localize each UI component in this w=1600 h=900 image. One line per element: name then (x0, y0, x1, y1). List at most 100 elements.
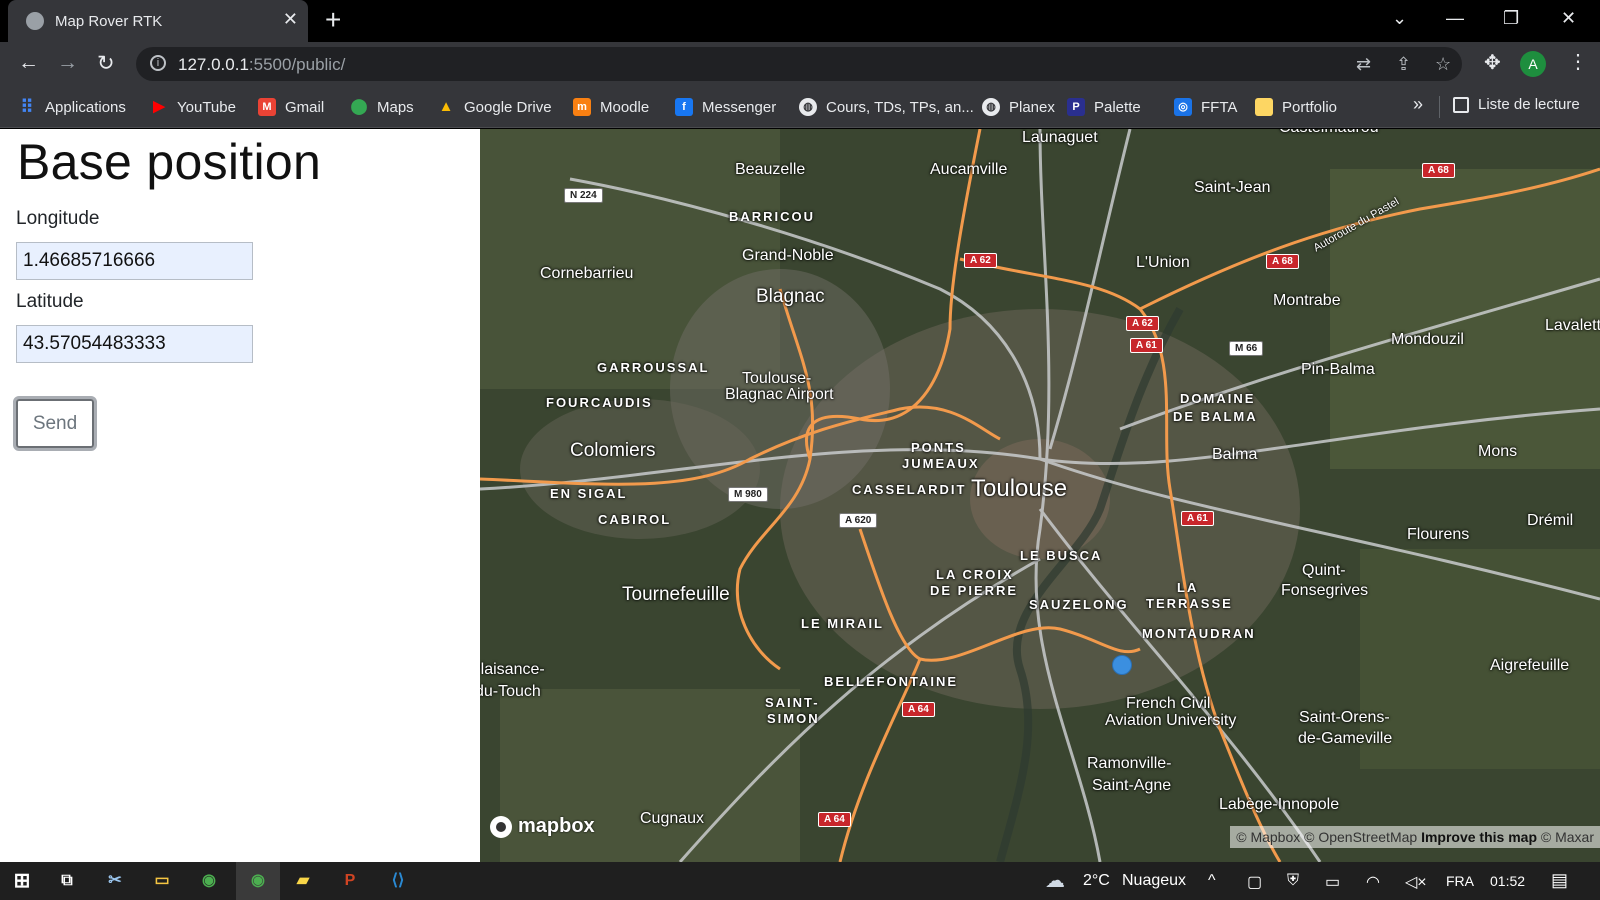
windows-start-icon[interactable]: ⊞ (9, 868, 35, 894)
map-place-label: LA (1177, 580, 1199, 595)
map-place-label: Mons (1478, 443, 1518, 460)
tray-chevron-icon[interactable]: ^ (1208, 872, 1216, 890)
map-place-label: Cornebarrieu (540, 265, 634, 282)
bookmark-5[interactable]: m Moodle (573, 96, 649, 118)
map-place-label: Plaisance- (480, 661, 545, 678)
bookmark-10[interactable]: ◎ FFTA (1174, 96, 1237, 118)
cloud-icon[interactable]: ☁ (1045, 868, 1065, 893)
url-host: 127.0.0.1 (178, 55, 249, 74)
browser-toolbar: ← → ↻ i 127.0.0.1:5500/public/ ⇄ ⇪ ☆ ✥ A… (0, 42, 1600, 86)
bookmark-0[interactable]: ⠿ Applications (18, 96, 125, 118)
restore-icon[interactable]: ❐ (1503, 8, 1519, 29)
browser-tab[interactable]: Map Rover RTK ✕ (8, 0, 308, 42)
menu-icon[interactable]: ⋮ (1568, 49, 1588, 74)
tab-search-chevron-icon[interactable]: ⌄ (1392, 8, 1407, 29)
map-place-label: PONTS (911, 440, 966, 455)
chrome-icon[interactable]: ◉ (196, 868, 222, 894)
base-position-marker[interactable] (1112, 655, 1132, 675)
extensions-icon[interactable]: ✥ (1484, 50, 1501, 75)
battery-icon[interactable]: ▭ (1325, 872, 1340, 892)
globe-icon: ◍ (799, 98, 817, 116)
window-close-icon[interactable]: ✕ (1561, 8, 1576, 29)
vscode-icon[interactable]: ⟨⟩ (385, 868, 411, 894)
latitude-input[interactable] (16, 325, 253, 363)
input-language[interactable]: FRA (1446, 873, 1474, 889)
bookmark-9[interactable]: P Palette (1067, 96, 1141, 118)
new-tab-button[interactable]: + (325, 6, 341, 34)
address-bar[interactable]: i 127.0.0.1:5500/public/ ⇄ ⇪ ☆ (136, 47, 1462, 81)
bookmark-2[interactable]: M Gmail (258, 96, 324, 118)
bookmark-4[interactable]: ▲ Google Drive (437, 96, 552, 118)
map-place-label: Blagnac (756, 286, 825, 307)
forward-arrow-icon[interactable]: → (57, 51, 78, 75)
minimize-icon[interactable]: — (1446, 8, 1464, 29)
page-content: Base position Longitude Latitude Send (0, 129, 1600, 862)
weather-temperature[interactable]: 2°C (1083, 872, 1110, 890)
road-shield: A 68 (1266, 254, 1299, 269)
sticky-notes-icon[interactable]: ▰ (290, 868, 316, 894)
attribution-maxar[interactable]: © Maxar (1541, 829, 1594, 845)
map-place-label: LE BUSCA (1020, 548, 1103, 563)
url-text[interactable]: 127.0.0.1:5500/public/ (178, 55, 345, 75)
facebook-icon: f (675, 98, 693, 116)
mapbox-logo[interactable]: mapbox (490, 815, 595, 838)
map-place-label: SAINT- (765, 695, 820, 710)
bookmark-7[interactable]: ◍ Cours, TDs, TPs, an... (799, 96, 974, 118)
bookmark-label: YouTube (177, 98, 236, 116)
chrome-active-icon[interactable]: ◉ (245, 868, 271, 894)
reading-list-button[interactable]: Liste de lecture (1453, 96, 1580, 113)
map-place-label: LE MIRAIL (801, 616, 884, 631)
back-arrow-icon[interactable]: ← (18, 51, 39, 75)
mapbox-logo-text: mapbox (518, 815, 595, 837)
map-place-label: Grand-Noble (742, 247, 834, 264)
bookmark-8[interactable]: ◍ Planex (982, 96, 1055, 118)
bookmark-label: Palette (1094, 98, 1141, 116)
file-explorer-icon[interactable]: ▭ (149, 868, 175, 894)
bookmark-3[interactable]: ⬤ Maps (350, 96, 414, 118)
map-place-label: du-Touch (480, 683, 541, 700)
improve-map-link[interactable]: Improve this map (1421, 829, 1537, 845)
site-info-icon[interactable]: i (150, 55, 166, 71)
road-shield: A 61 (1181, 511, 1214, 526)
bookmark-label: Cours, TDs, TPs, an... (826, 98, 974, 116)
satellite-map[interactable]: Launaguet Castelmaurou Beauzelle Aucamville… (480, 129, 1600, 862)
base-position-panel: Base position Longitude Latitude Send (0, 129, 480, 862)
close-tab-icon[interactable]: ✕ (283, 9, 298, 30)
map-place-label: L'Union (1136, 254, 1190, 271)
share-icon[interactable]: ⇪ (1396, 54, 1411, 75)
attribution-osm[interactable]: © OpenStreetMap (1304, 829, 1417, 845)
gmail-icon: M (258, 98, 276, 116)
snipping-tool-icon[interactable]: ✂ (102, 868, 128, 894)
star-icon[interactable]: ☆ (1435, 54, 1451, 75)
clock-time[interactable]: 01:52 (1490, 873, 1525, 889)
bookmark-label: Google Drive (464, 98, 552, 116)
translate-icon[interactable]: ⇄ (1356, 54, 1371, 75)
bookmark-1[interactable]: ▶ YouTube (150, 96, 236, 118)
drive-icon: ▲ (438, 98, 454, 115)
profile-avatar[interactable]: A (1520, 51, 1546, 77)
task-view-icon[interactable]: ⧉ (54, 868, 80, 894)
road-shield: A 61 (1130, 338, 1163, 353)
reading-list-icon (1453, 96, 1469, 113)
road-shield: M 980 (728, 487, 768, 502)
volume-muted-icon[interactable]: ◁× (1405, 872, 1427, 892)
wifi-icon[interactable]: ◠ (1366, 872, 1380, 892)
bookmark-label: Planex (1009, 98, 1055, 116)
send-button[interactable]: Send (13, 396, 97, 451)
attribution-mapbox[interactable]: © Mapbox (1236, 829, 1300, 845)
powerpoint-icon[interactable]: P (337, 868, 363, 894)
meet-now-icon[interactable]: ▢ (1247, 872, 1262, 892)
road-shield: A 62 (964, 253, 997, 268)
bookmark-11[interactable]: Portfolio (1255, 96, 1337, 118)
bookmark-6[interactable]: f Messenger (675, 96, 776, 118)
weather-condition[interactable]: Nuageux (1122, 872, 1186, 890)
map-place-label: JUMEAUX (902, 456, 980, 471)
map-place-label: SIMON (767, 711, 820, 726)
browser-tab-strip: Map Rover RTK ✕ + ⌄ — ❐ ✕ (0, 0, 1600, 42)
reload-icon[interactable]: ↻ (97, 51, 115, 76)
security-icon[interactable]: ⛨ (1287, 872, 1299, 890)
longitude-input[interactable] (16, 242, 253, 280)
more-bookmarks-icon[interactable]: » (1413, 94, 1423, 115)
notifications-icon[interactable]: ▤ (1551, 870, 1568, 891)
map-place-label: Saint-Orens- (1299, 709, 1390, 726)
